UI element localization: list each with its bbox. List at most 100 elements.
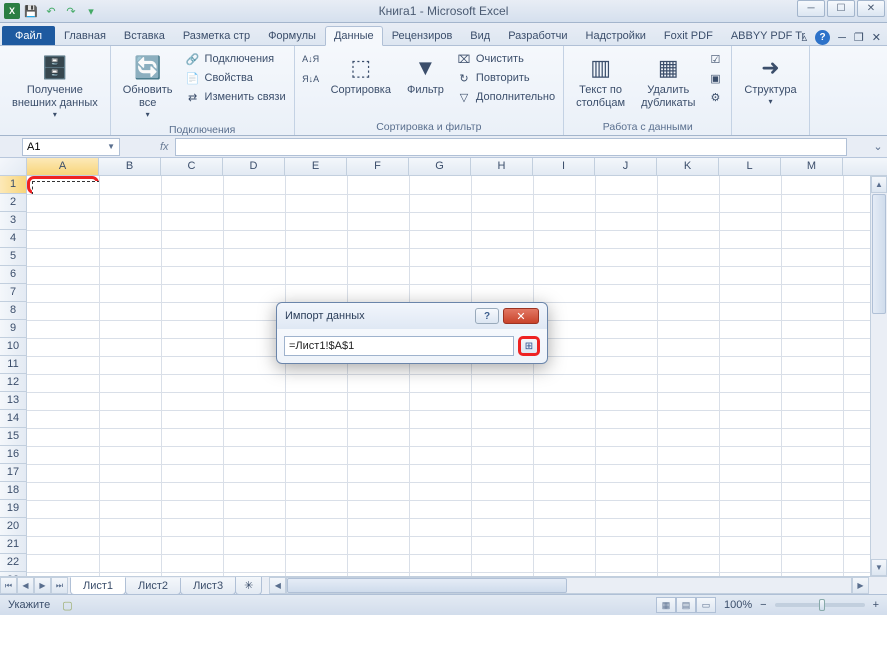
row-header-13[interactable]: 13 [0, 392, 26, 410]
row-header-11[interactable]: 11 [0, 356, 26, 374]
vscroll-thumb[interactable] [872, 194, 886, 314]
page-layout-view-button[interactable]: ▤ [676, 597, 696, 613]
zoom-value[interactable]: 100% [724, 599, 752, 611]
row-header-14[interactable]: 14 [0, 410, 26, 428]
tab-page-layout[interactable]: Разметка стр [174, 26, 259, 45]
formula-bar-expand-icon[interactable]: ⌄ [869, 140, 887, 153]
text-to-columns-button[interactable]: ▥ Текст по столбцам [570, 50, 631, 112]
row-header-4[interactable]: 4 [0, 230, 26, 248]
row-header-2[interactable]: 2 [0, 194, 26, 212]
fx-icon[interactable]: fx [160, 141, 169, 153]
tab-data[interactable]: Данные [325, 26, 383, 46]
row-header-7[interactable]: 7 [0, 284, 26, 302]
tab-addins[interactable]: Надстройки [577, 26, 655, 45]
tab-developer[interactable]: Разработчи [499, 26, 576, 45]
doc-close-icon[interactable]: ✕ [872, 31, 881, 44]
dialog-expand-button[interactable]: ⊞ [518, 336, 540, 356]
column-header-I[interactable]: I [533, 158, 595, 175]
clear-filter-button[interactable]: ⌧Очистить [454, 50, 557, 68]
row-header-15[interactable]: 15 [0, 428, 26, 446]
row-header-22[interactable]: 22 [0, 554, 26, 572]
connections-button[interactable]: 🔗Подключения [183, 50, 288, 68]
row-header-6[interactable]: 6 [0, 266, 26, 284]
qat-customize-icon[interactable]: ▾ [82, 2, 100, 20]
column-header-A[interactable]: A [27, 158, 99, 175]
row-header-12[interactable]: 12 [0, 374, 26, 392]
filter-button[interactable]: ▼ Фильтр [401, 50, 450, 99]
row-header-18[interactable]: 18 [0, 482, 26, 500]
row-header-16[interactable]: 16 [0, 446, 26, 464]
consolidate-button[interactable]: ▣ [705, 69, 725, 87]
doc-minimize-icon[interactable]: ─ [838, 32, 846, 44]
scroll-up-button[interactable]: ▲ [871, 176, 887, 193]
save-icon[interactable]: 💾 [22, 2, 40, 20]
close-button[interactable]: ✕ [857, 0, 885, 17]
row-header-9[interactable]: 9 [0, 320, 26, 338]
new-sheet-button[interactable]: ✳ [235, 577, 262, 595]
dialog-close-button[interactable]: ✕ [503, 308, 539, 324]
row-header-5[interactable]: 5 [0, 248, 26, 266]
dialog-help-button[interactable]: ? [475, 308, 499, 324]
column-header-B[interactable]: B [99, 158, 161, 175]
undo-icon[interactable]: ↶ [42, 2, 60, 20]
maximize-button[interactable]: ☐ [827, 0, 855, 17]
whatif-button[interactable]: ⚙ [705, 88, 725, 106]
edit-links-button[interactable]: ⇄Изменить связи [183, 88, 288, 106]
properties-button[interactable]: 📄Свойства [183, 69, 288, 87]
tab-review[interactable]: Рецензиров [383, 26, 462, 45]
tab-formulas[interactable]: Формулы [259, 26, 325, 45]
refresh-all-button[interactable]: 🔄 Обновить все ▾ [117, 50, 179, 122]
ribbon-minimize-icon[interactable]: ▵ [802, 31, 808, 44]
scroll-left-button[interactable]: ◀ [269, 577, 286, 594]
row-header-8[interactable]: 8 [0, 302, 26, 320]
column-header-J[interactable]: J [595, 158, 657, 175]
scroll-right-button[interactable]: ▶ [852, 577, 869, 594]
outline-button[interactable]: ➜ Структура ▾ [738, 50, 802, 109]
page-break-view-button[interactable]: ▭ [696, 597, 716, 613]
redo-icon[interactable]: ↷ [62, 2, 80, 20]
data-validation-button[interactable]: ☑ [705, 50, 725, 68]
zoom-knob[interactable] [819, 599, 825, 611]
column-header-M[interactable]: M [781, 158, 843, 175]
sheet-prev-button[interactable]: ◀ [17, 577, 34, 594]
column-header-L[interactable]: L [719, 158, 781, 175]
minimize-button[interactable]: ─ [797, 0, 825, 17]
column-header-G[interactable]: G [409, 158, 471, 175]
row-header-10[interactable]: 10 [0, 338, 26, 356]
normal-view-button[interactable]: ▦ [656, 597, 676, 613]
tab-home[interactable]: Главная [55, 26, 115, 45]
row-header-17[interactable]: 17 [0, 464, 26, 482]
dialog-range-input[interactable] [284, 336, 514, 356]
column-header-D[interactable]: D [223, 158, 285, 175]
sheet-last-button[interactable]: ⏭ [51, 577, 68, 594]
tab-insert[interactable]: Вставка [115, 26, 174, 45]
column-header-C[interactable]: C [161, 158, 223, 175]
get-external-data-button[interactable]: 🗄️ Получение внешних данных ▾ [6, 50, 104, 122]
sheet-tab-3[interactable]: Лист3 [180, 578, 236, 595]
sheet-tab-2[interactable]: Лист2 [125, 578, 181, 595]
formula-input[interactable] [175, 138, 847, 156]
row-header-23[interactable]: 23 [0, 572, 26, 576]
row-header-21[interactable]: 21 [0, 536, 26, 554]
sheet-first-button[interactable]: ⏮ [0, 577, 17, 594]
column-header-K[interactable]: K [657, 158, 719, 175]
tab-view[interactable]: Вид [461, 26, 499, 45]
column-header-E[interactable]: E [285, 158, 347, 175]
tab-file[interactable]: Файл [2, 26, 55, 45]
column-header-F[interactable]: F [347, 158, 409, 175]
zoom-out-button[interactable]: − [760, 599, 766, 611]
tab-abbyy[interactable]: ABBYY PDF Tr [722, 26, 814, 45]
reapply-button[interactable]: ↻Повторить [454, 69, 557, 87]
dialog-titlebar[interactable]: Импорт данных ? ✕ [277, 303, 547, 329]
sheet-tab-1[interactable]: Лист1 [70, 577, 126, 595]
row-header-19[interactable]: 19 [0, 500, 26, 518]
zoom-in-button[interactable]: + [873, 599, 879, 611]
name-box-dropdown-icon[interactable]: ▼ [107, 142, 115, 151]
vertical-scrollbar[interactable]: ▲ ▼ [870, 176, 887, 576]
help-icon[interactable]: ? [815, 30, 830, 45]
scroll-down-button[interactable]: ▼ [871, 559, 887, 576]
horizontal-scrollbar[interactable]: ◀ ▶ [269, 577, 869, 594]
column-header-H[interactable]: H [471, 158, 533, 175]
macro-record-icon[interactable]: ▢ [62, 599, 72, 612]
tab-foxit[interactable]: Foxit PDF [655, 26, 722, 45]
